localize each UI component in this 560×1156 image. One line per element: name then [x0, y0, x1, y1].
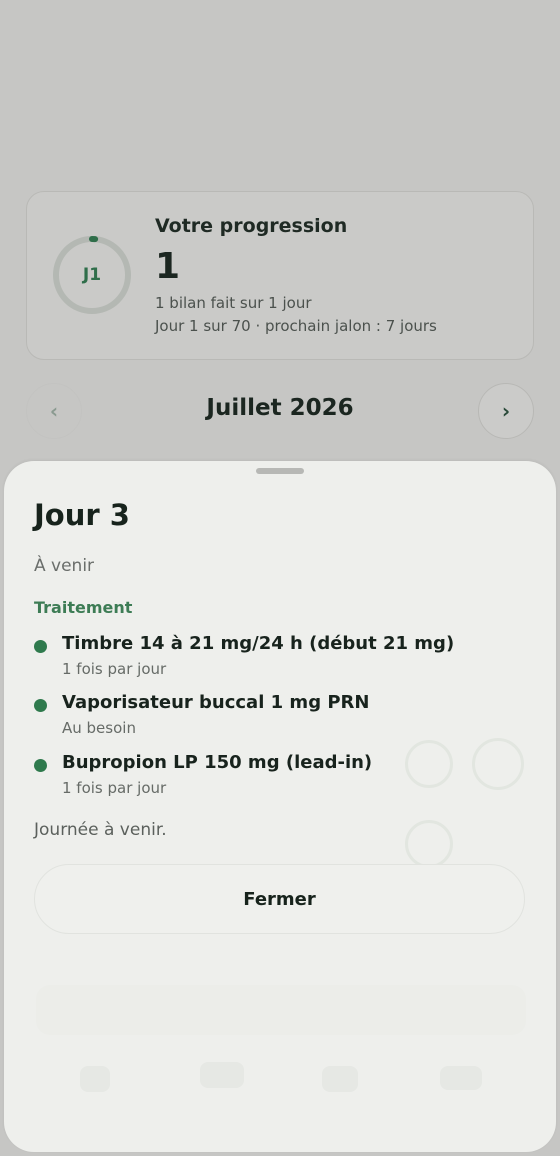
- sheet-title: Jour 3: [34, 498, 130, 532]
- calendar-ghost: [36, 985, 526, 1035]
- calendar-ghost: [405, 820, 453, 868]
- medication-name: Vaporisateur buccal 1 mg PRN: [62, 692, 370, 713]
- medication-frequency: Au besoin: [62, 719, 136, 737]
- bullet-dot-icon: [34, 640, 47, 653]
- medication-name: Bupropion LP 150 mg (lead-in): [62, 752, 373, 773]
- next-month-button[interactable]: ›: [478, 383, 534, 439]
- treatment-section-label: Traitement: [34, 598, 133, 617]
- calendar-ghost: [440, 1066, 482, 1090]
- medication-name: Timbre 14 à 21 mg/24 h (début 21 mg): [62, 633, 455, 654]
- medication-frequency: 1 fois par jour: [62, 779, 167, 797]
- month-title: Juillet 2026: [206, 395, 354, 421]
- calendar-ghost: [80, 1066, 110, 1092]
- day-note: Journée à venir.: [34, 820, 167, 840]
- chevron-right-icon: ›: [501, 399, 511, 423]
- bullet-dot-icon: [34, 699, 47, 712]
- progress-summary: 1 bilan fait sur 1 jour: [155, 294, 312, 312]
- screen: J1 Votre progression 1 1 bilan fait sur …: [0, 0, 560, 1156]
- close-button[interactable]: Fermer: [34, 864, 525, 934]
- chevron-left-icon: ‹: [49, 399, 59, 423]
- calendar-ghost: [472, 738, 524, 790]
- progress-value: 1: [155, 246, 181, 287]
- previous-month-button[interactable]: ‹: [26, 383, 82, 439]
- calendar-ghost: [405, 740, 453, 788]
- progress-detail: Jour 1 sur 70 · prochain jalon : 7 jours: [155, 317, 437, 335]
- calendar-ghost: [200, 1062, 244, 1088]
- calendar-ghost: [322, 1066, 358, 1092]
- progress-ring-label: J1: [82, 265, 102, 285]
- progress-title: Votre progression: [155, 215, 348, 237]
- medication-frequency: 1 fois par jour: [62, 660, 167, 678]
- sheet-grabber-handle[interactable]: [256, 468, 304, 474]
- day-status: À venir: [34, 556, 95, 576]
- bullet-dot-icon: [34, 759, 47, 772]
